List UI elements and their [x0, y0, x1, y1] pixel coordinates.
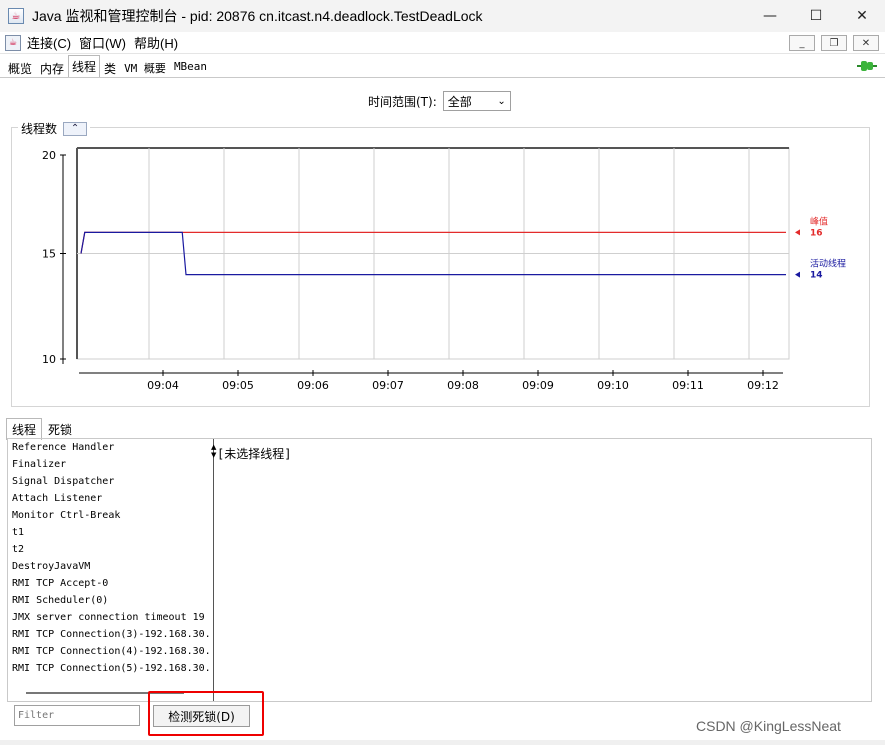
x-tick-label: 09:10	[597, 379, 629, 392]
thread-list-item[interactable]: Finalizer	[8, 456, 213, 473]
thread-list-item[interactable]: RMI TCP Connection(3)-192.168.30.	[8, 626, 213, 643]
x-tick-label: 09:07	[372, 379, 404, 392]
series-value-0: 16	[810, 228, 823, 238]
x-tick-label: 09:05	[222, 379, 254, 392]
thread-count-chart: 20 15 10 09:04 09:05 09:06 09:07 09:08 09:09 09:1…	[42, 147, 846, 392]
series-marker-1	[795, 271, 800, 278]
tab-deadlock[interactable]: 死锁	[42, 418, 78, 440]
x-tick-label: 09:09	[522, 379, 554, 392]
thread-list-item[interactable]: Signal Dispatcher	[8, 473, 213, 490]
thread-list-item[interactable]: JMX server connection timeout 19	[8, 609, 213, 626]
thread-list-item[interactable]: RMI TCP Accept-0	[8, 575, 213, 592]
y-tick-label: 10	[42, 353, 56, 366]
thread-list-item[interactable]: Monitor Ctrl-Break	[8, 507, 213, 524]
y-tick-label: 15	[42, 248, 56, 261]
y-tick-label: 20	[42, 149, 56, 162]
thread-list[interactable]: Reference Handler Finalizer Signal Dispatc…	[8, 439, 213, 701]
thread-detail: [未选择线程]	[217, 447, 292, 461]
x-tick-label: 09:12	[747, 379, 779, 392]
thread-list-item[interactable]: RMI TCP Connection(4)-192.168.30.	[8, 643, 213, 660]
thread-list-item[interactable]: DestroyJavaVM	[8, 558, 213, 575]
thread-list-item[interactable]: Reference Handler	[8, 439, 213, 456]
x-tick-label: 09:08	[447, 379, 479, 392]
thread-list-item[interactable]: Attach Listener	[8, 490, 213, 507]
threads-area: Reference Handler Finalizer Signal Dispatc…	[7, 438, 872, 702]
series-name-0: 峰值	[810, 215, 828, 227]
series-value-1: 14	[810, 271, 823, 281]
thread-subtabs: 线程 死锁	[6, 418, 78, 440]
thread-list-item[interactable]: t2	[8, 541, 213, 558]
highlight-box	[148, 691, 264, 736]
filter-input[interactable]	[14, 705, 140, 726]
tab-thread-list[interactable]: 线程	[6, 418, 43, 440]
x-tick-label: 09:11	[672, 379, 704, 392]
series-name-1: 活动线程	[810, 258, 846, 270]
series-marker-0	[795, 229, 800, 236]
thread-list-item[interactable]: RMI TCP Connection(5)-192.168.30.	[8, 660, 213, 677]
x-tick-label: 09:04	[147, 379, 179, 392]
x-tick-label: 09:06	[297, 379, 329, 392]
thread-list-item[interactable]: RMI Scheduler(0)	[8, 592, 213, 609]
watermark: CSDN @KingLessNeat	[696, 718, 841, 734]
window-bottom-edge	[0, 740, 885, 745]
thread-list-item[interactable]: t1	[8, 524, 213, 541]
split-arrow-icon[interactable]: ▲ ▼	[211, 443, 216, 459]
split-divider[interactable]	[213, 439, 214, 701]
